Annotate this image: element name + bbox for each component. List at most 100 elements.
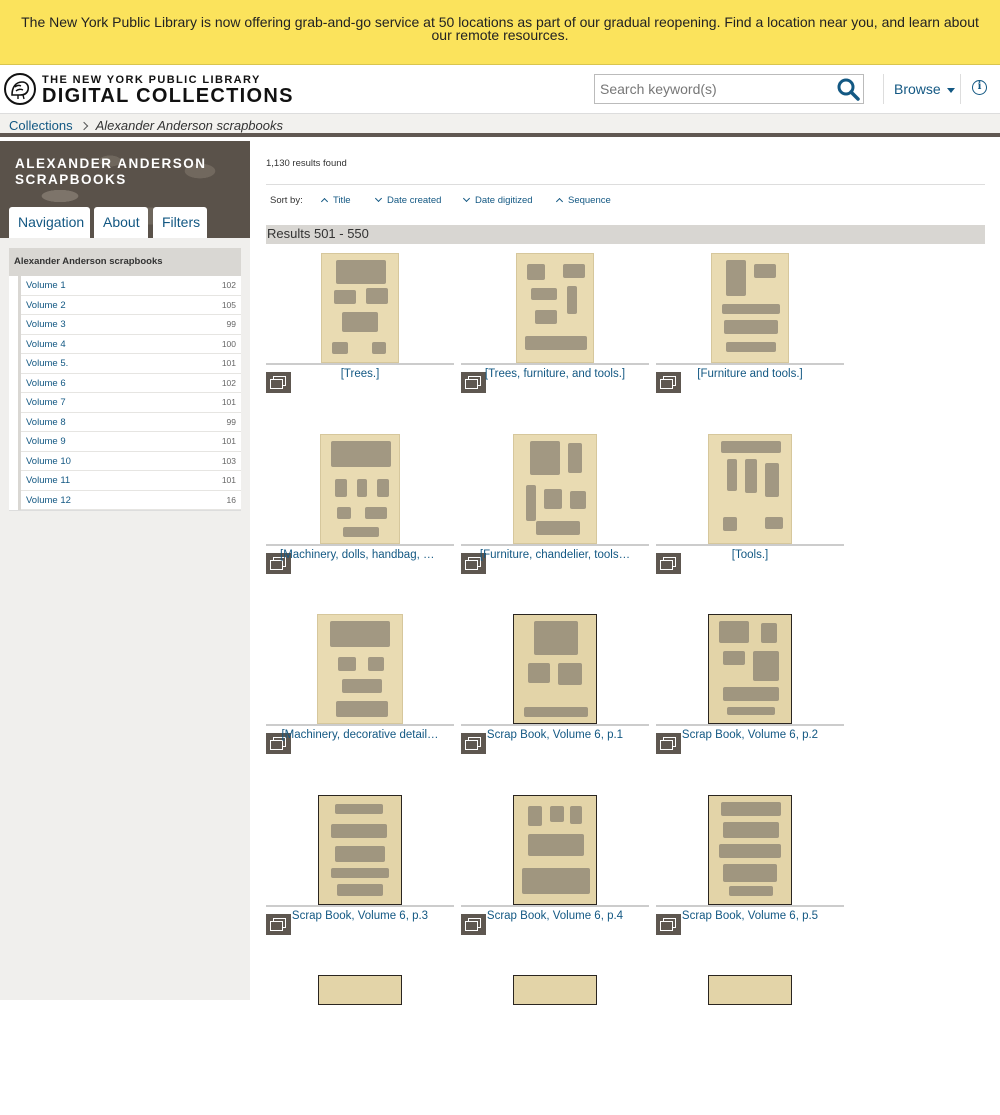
result-title-link[interactable]: Scrap Book, Volume 6, p.4	[461, 910, 649, 922]
sort-label: Sort by:	[270, 195, 303, 206]
scrapbook-page-image	[317, 614, 403, 724]
volume-item[interactable]: Volume 10 103	[21, 452, 241, 471]
volume-item[interactable]: Volume 3 99	[21, 315, 241, 335]
result-thumbnail-link[interactable]	[656, 253, 844, 365]
volume-count: 99	[226, 319, 236, 329]
search-input[interactable]	[595, 75, 831, 103]
info-icon[interactable]: i	[972, 80, 987, 95]
volume-label: Volume 3	[26, 319, 66, 330]
volume-label: Volume 12	[26, 494, 71, 506]
alert-banner: The New York Public Library is now offer…	[0, 0, 1000, 65]
volume-label: Volume 6	[26, 377, 66, 389]
nav-heading[interactable]: Alexander Anderson scrapbooks	[9, 248, 241, 276]
result-thumbnail-link[interactable]	[461, 253, 649, 365]
breadcrumb-collections-link[interactable]: Collections	[9, 118, 73, 133]
scrapbook-page-image[interactable]	[708, 975, 792, 1005]
scrapbook-page-image[interactable]	[318, 975, 402, 1005]
result-title-link[interactable]: [Trees, furniture, and tools.]	[461, 368, 649, 380]
result-card-partial	[461, 975, 649, 1115]
scrapbook-page-image	[513, 795, 597, 905]
result-title-link[interactable]: Scrap Book, Volume 6, p.5	[656, 910, 844, 922]
scrapbook-page-image	[513, 614, 597, 724]
result-thumbnail-link[interactable]	[461, 434, 649, 546]
result-card: [Machinery, dolls, handbag, a…	[266, 434, 454, 574]
scrapbook-page-image	[318, 795, 402, 905]
result-title-link[interactable]: [Trees.]	[266, 368, 454, 380]
header-divider	[883, 74, 884, 104]
result-title-link[interactable]: Scrap Book, Volume 6, p.2	[656, 729, 844, 741]
results-main: 1,130 results found Sort by: Title Date …	[266, 141, 985, 1005]
tab-about[interactable]: About	[94, 207, 148, 238]
nypl-lion-logo-icon[interactable]	[4, 73, 36, 105]
result-title-link[interactable]: Scrap Book, Volume 6, p.1	[461, 729, 649, 741]
tab-navigation[interactable]: Navigation	[9, 207, 90, 238]
result-card: [Tools.]	[656, 434, 844, 574]
volume-label: Volume 2	[26, 299, 66, 311]
result-card: [Furniture and tools.]	[656, 253, 844, 393]
result-title-link[interactable]: [Furniture and tools.]	[656, 368, 844, 380]
scrapbook-page-image	[513, 434, 597, 544]
volume-item[interactable]: Volume 2 105	[21, 296, 241, 315]
sort-sequence-button[interactable]: Sequence	[555, 195, 611, 206]
breadcrumb-current: Alexander Anderson scrapbooks	[95, 118, 284, 133]
volume-item[interactable]: Volume 9 101	[21, 432, 241, 452]
sort-title-button[interactable]: Title	[320, 195, 351, 206]
volume-item[interactable]: Volume 7 101	[21, 393, 241, 413]
tab-filters[interactable]: Filters	[153, 207, 207, 238]
result-title-link[interactable]: [Furniture, chandelier, tools…	[461, 549, 649, 561]
result-card: Scrap Book, Volume 6, p.4	[461, 795, 649, 935]
result-card: [Trees.]	[266, 253, 454, 393]
header-divider	[960, 74, 961, 104]
result-thumbnail-link[interactable]	[266, 795, 454, 907]
result-title-link[interactable]: [Machinery, decorative detail…	[266, 729, 454, 741]
volume-item[interactable]: Volume 12 16	[21, 491, 241, 510]
sort-option-label: Date created	[387, 195, 442, 206]
result-thumbnail-link[interactable]	[461, 614, 649, 726]
collection-hero-image: ALEXANDER ANDERSON SCRAPBOOKS Navigation…	[0, 141, 250, 238]
scrapbook-page-image[interactable]	[513, 975, 597, 1005]
volume-item[interactable]: Volume 8 99	[21, 413, 241, 432]
volume-item[interactable]: Volume 5. 101	[21, 354, 241, 374]
result-thumbnail-link[interactable]	[266, 614, 454, 726]
volume-label: Volume 9	[26, 436, 66, 447]
sort-option-label: Title	[333, 195, 351, 206]
result-title-link[interactable]: [Tools.]	[656, 549, 844, 561]
browse-menu-button[interactable]: Browse	[894, 81, 955, 97]
chevron-right-icon	[79, 121, 88, 131]
volume-label: Volume 7	[26, 397, 66, 408]
brand-title[interactable]: DIGITAL COLLECTIONS	[42, 85, 294, 108]
scrapbook-page-image	[708, 614, 792, 724]
result-card: Scrap Book, Volume 6, p.3	[266, 795, 454, 935]
sort-date-created-button[interactable]: Date created	[374, 194, 442, 206]
sort-date-digitized-button[interactable]: Date digitized	[462, 194, 533, 206]
result-thumbnail-link[interactable]	[266, 434, 454, 546]
scrapbook-page-image	[320, 434, 400, 544]
results-range: Results 501 - 550	[266, 225, 985, 244]
result-thumbnail-link[interactable]	[266, 253, 454, 365]
volume-count: 103	[221, 455, 236, 466]
sort-bar: Sort by: Title Date created Date digitiz…	[266, 184, 985, 212]
result-thumbnail-link[interactable]	[656, 795, 844, 907]
search-box	[594, 74, 864, 104]
volume-count: 105	[221, 299, 236, 310]
volume-item[interactable]: Volume 11 101	[21, 471, 241, 491]
volume-count: 101	[221, 436, 236, 446]
volume-item[interactable]: Volume 1 102	[21, 276, 241, 296]
result-title-link[interactable]: [Machinery, dolls, handbag, a…	[266, 549, 454, 561]
volume-count: 101	[221, 358, 236, 368]
result-thumbnail-link[interactable]	[656, 614, 844, 726]
result-card-partial	[266, 975, 454, 1115]
scrapbook-page-image	[708, 434, 792, 544]
search-icon[interactable]	[836, 77, 860, 101]
volume-item[interactable]: Volume 4 100	[21, 335, 241, 354]
result-thumbnail-link[interactable]	[461, 795, 649, 907]
sort-option-label: Sequence	[568, 195, 611, 206]
site-header: THE NEW YORK PUBLIC LIBRARY DIGITAL COLL…	[0, 65, 1000, 114]
volume-item[interactable]: Volume 6 102	[21, 374, 241, 393]
result-thumbnail-link[interactable]	[656, 434, 844, 546]
sidebar: ALEXANDER ANDERSON SCRAPBOOKS Navigation…	[0, 141, 250, 1000]
result-title-link[interactable]: Scrap Book, Volume 6, p.3	[266, 910, 454, 922]
sort-option-label: Date digitized	[475, 195, 533, 206]
result-card: Scrap Book, Volume 6, p.5	[656, 795, 844, 935]
volume-label: Volume 5.	[26, 358, 69, 369]
